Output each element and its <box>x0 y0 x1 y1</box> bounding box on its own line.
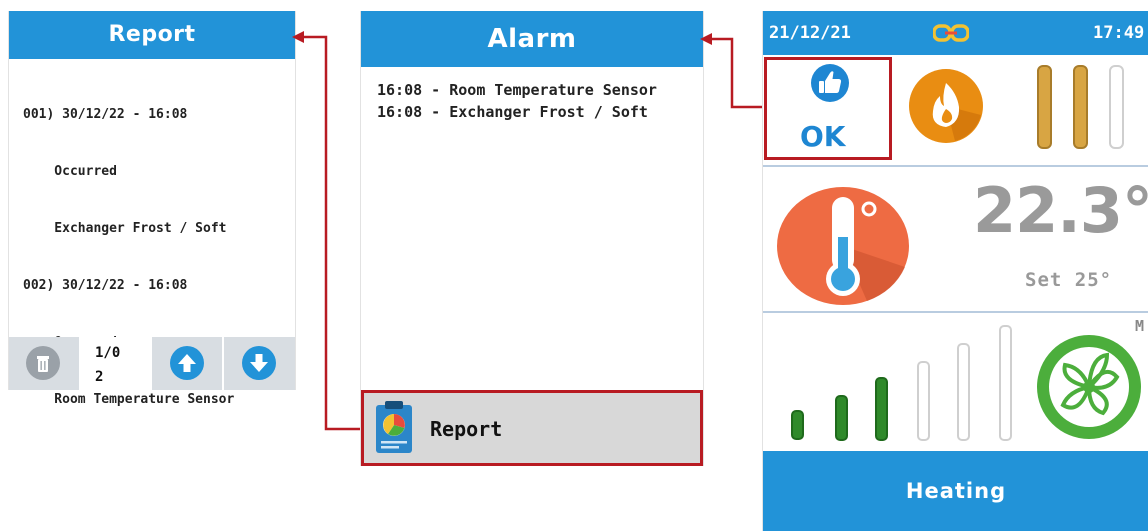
arrowhead <box>292 31 304 43</box>
arrow-ok-to-alarm <box>708 37 762 109</box>
arrow-report-to-report-panel <box>300 35 360 431</box>
arrowhead <box>700 33 712 45</box>
connector-arrows <box>292 31 762 431</box>
